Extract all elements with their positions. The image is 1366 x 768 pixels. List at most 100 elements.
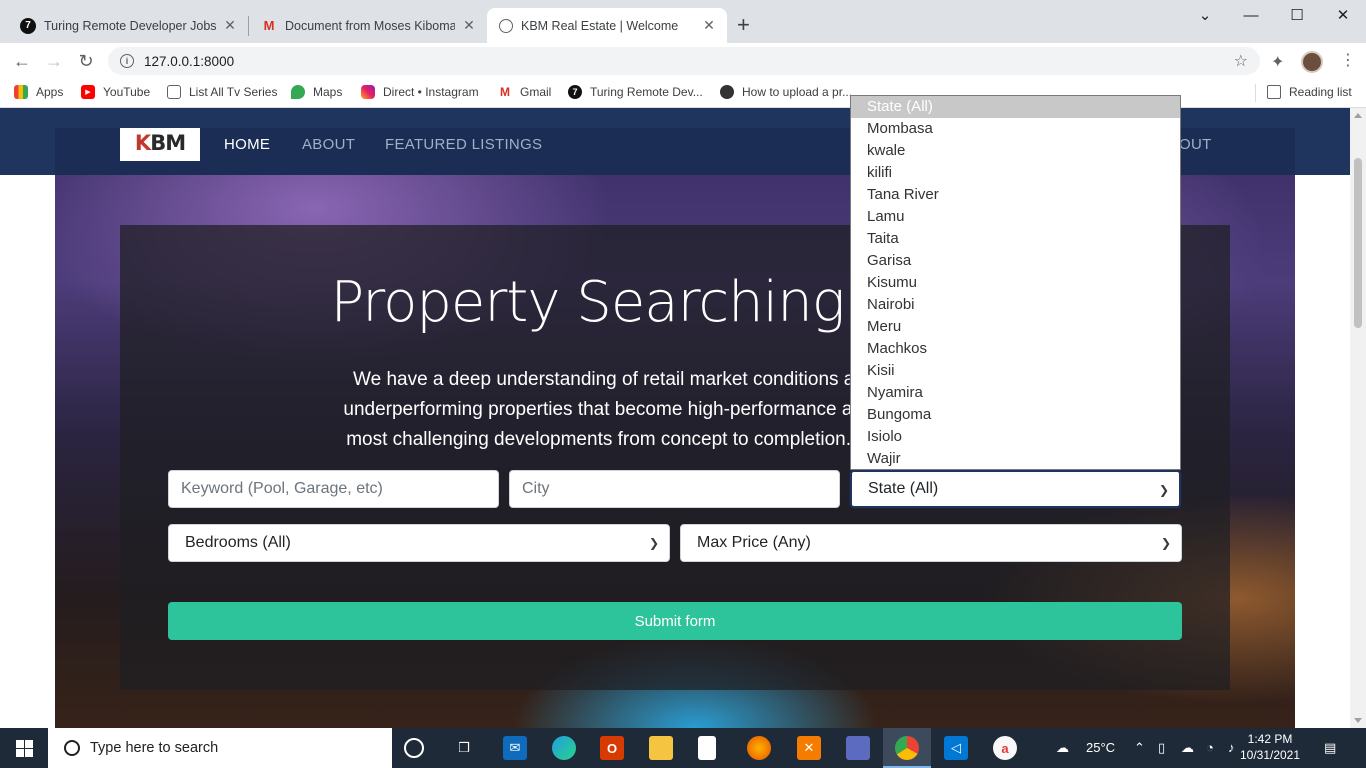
gmail-icon: M (500, 85, 510, 99)
close-tab-icon[interactable]: ✕ (701, 17, 717, 34)
edge-icon[interactable] (552, 736, 576, 760)
state-option[interactable]: Isiolo (851, 426, 1180, 448)
reload-icon[interactable]: ↻ (74, 49, 98, 73)
kbm-logo[interactable]: K BM (120, 128, 200, 161)
chevron-down-icon: ❯ (1158, 483, 1169, 497)
windows-taskbar: Type here to search ❒ ✉ O ✕ ◁ a ☁ 25°C ⌃… (0, 728, 1366, 768)
tab-gmail-document[interactable]: M Document from Moses Kiboma - ✕ (249, 8, 487, 43)
tray-chevron-up-icon[interactable]: ⌃ (1134, 740, 1145, 756)
max-price-select-value: Max Price (Any) (697, 534, 811, 551)
state-dropdown-list[interactable]: State (All) Mombasa kwale kilifi Tana River L… (850, 95, 1181, 470)
bookmark-tv-series[interactable]: List All Tv Series (167, 85, 277, 99)
task-view-icon[interactable]: ❒ (452, 736, 476, 760)
chrome-icon[interactable] (895, 736, 919, 760)
scroll-up-arrow-icon[interactable] (1354, 113, 1362, 118)
taskbar-clock[interactable]: 1:42 PM 10/31/2021 (1238, 731, 1302, 763)
tab-title: Turing Remote Developer Jobs | A (44, 18, 216, 33)
volume-icon[interactable]: ♪ (1228, 740, 1235, 755)
submit-form-button[interactable]: Submit form (168, 602, 1182, 640)
state-option[interactable]: Mombasa (851, 118, 1180, 140)
state-option[interactable]: Bungoma (851, 404, 1180, 426)
state-option[interactable]: Machkos (851, 338, 1180, 360)
logo-letter-k: K (134, 131, 151, 155)
nav-about[interactable]: ABOUT (302, 136, 355, 153)
bookmark-star-icon[interactable]: ☆ (1234, 51, 1248, 71)
onedrive-icon[interactable]: ☁ (1181, 740, 1194, 756)
bookmark-maps[interactable]: Maps (291, 85, 342, 99)
state-option[interactable]: kilifi (851, 162, 1180, 184)
tab-turing[interactable]: 7 Turing Remote Developer Jobs | A ✕ (8, 8, 248, 43)
close-tab-icon[interactable]: ✕ (461, 17, 477, 34)
reading-list-button[interactable]: Reading list (1267, 85, 1352, 99)
new-tab-button[interactable]: + (737, 13, 750, 37)
state-option[interactable]: Nairobi (851, 294, 1180, 316)
turing-icon: 7 (20, 17, 36, 34)
nav-featured-listings[interactable]: FEATURED LISTINGS (385, 136, 542, 153)
windows-start-button[interactable] (0, 728, 48, 768)
bookmark-instagram[interactable]: Direct • Instagram (361, 85, 479, 99)
state-option[interactable]: Kisii (851, 360, 1180, 382)
bookmark-gmail[interactable]: M Gmail (498, 85, 551, 99)
nav-logout[interactable]: OUT (1179, 136, 1212, 153)
maximize-button[interactable]: ☐ (1274, 0, 1320, 30)
city-input[interactable]: City (509, 470, 840, 508)
state-option[interactable]: State (All) (851, 96, 1180, 118)
instagram-icon (361, 85, 375, 99)
taskbar-search-box[interactable]: Type here to search (48, 728, 392, 768)
page-scrollbar[interactable] (1350, 108, 1366, 728)
profile-avatar[interactable] (1301, 51, 1323, 73)
keyword-input[interactable]: Keyword (Pool, Garage, etc) (168, 470, 499, 508)
state-select-value: State (All) (868, 480, 939, 497)
maps-icon (291, 85, 305, 99)
minimize-button[interactable]: — (1228, 0, 1274, 30)
bookmark-turing[interactable]: 7 Turing Remote Dev... (568, 85, 703, 99)
close-tab-icon[interactable]: ✕ (222, 17, 238, 34)
cortana-icon[interactable] (404, 738, 424, 758)
nav-home[interactable]: HOME (224, 136, 270, 153)
forward-arrow-icon[interactable]: → (42, 49, 66, 73)
bookmark-apps[interactable]: Apps (14, 85, 63, 99)
tab-kbm-welcome[interactable]: KBM Real Estate | Welcome ✕ (487, 8, 727, 43)
office-icon[interactable]: O (600, 736, 624, 760)
search-icon (64, 740, 80, 756)
scroll-down-arrow-icon[interactable] (1354, 718, 1362, 723)
browser-menu-icon[interactable]: ⋮ (1340, 52, 1356, 70)
anydesk-icon[interactable]: a (993, 736, 1017, 760)
vscode-icon[interactable]: ◁ (944, 736, 968, 760)
chevron-down-icon: ❯ (1160, 536, 1171, 550)
state-option[interactable]: Nyamira (851, 382, 1180, 404)
bookmark-label: Gmail (520, 85, 552, 99)
address-bar[interactable]: i 127.0.0.1:8000 ☆ (108, 47, 1260, 75)
mail-icon[interactable]: ✉ (503, 736, 527, 760)
close-window-button[interactable]: ✕ (1320, 0, 1366, 30)
max-price-select[interactable]: Max Price (Any) ❯ (680, 524, 1182, 562)
firefox-icon[interactable] (747, 736, 771, 760)
back-arrow-icon[interactable]: ← (10, 49, 34, 73)
tab-search-chevron-icon[interactable]: ⌄ (1182, 0, 1228, 30)
bookmark-youtube[interactable]: ▶ YouTube (81, 85, 150, 99)
wifi-icon[interactable]: ◔ (1206, 740, 1214, 755)
bedrooms-select[interactable]: Bedrooms (All) ❯ (168, 524, 670, 562)
store-icon[interactable] (846, 736, 870, 760)
state-option[interactable]: Wajir (851, 448, 1180, 469)
state-option[interactable]: Garisa (851, 250, 1180, 272)
bookmark-label: Turing Remote Dev... (590, 85, 703, 99)
notifications-icon[interactable]: ▤ (1324, 740, 1336, 756)
xampp-icon[interactable]: ✕ (797, 736, 821, 760)
state-option[interactable]: Taita (851, 228, 1180, 250)
weather-icon[interactable]: ☁ (1056, 740, 1069, 756)
scrollbar-thumb[interactable] (1354, 158, 1362, 328)
file-explorer-icon[interactable] (649, 736, 673, 760)
state-option[interactable]: kwale (851, 140, 1180, 162)
site-info-icon[interactable]: i (120, 54, 134, 68)
extensions-puzzle-icon[interactable]: ✦ (1271, 52, 1284, 72)
notepad-icon[interactable] (698, 736, 716, 760)
state-select[interactable]: State (All) ❯ (850, 470, 1181, 508)
weather-temperature[interactable]: 25°C (1086, 740, 1115, 755)
state-option[interactable]: Tana River (851, 184, 1180, 206)
bookmark-how-to-upload[interactable]: How to upload a pr... (720, 85, 852, 99)
state-option[interactable]: Kisumu (851, 272, 1180, 294)
meet-icon[interactable]: ▯ (1158, 740, 1165, 756)
state-option[interactable]: Lamu (851, 206, 1180, 228)
state-option[interactable]: Meru (851, 316, 1180, 338)
